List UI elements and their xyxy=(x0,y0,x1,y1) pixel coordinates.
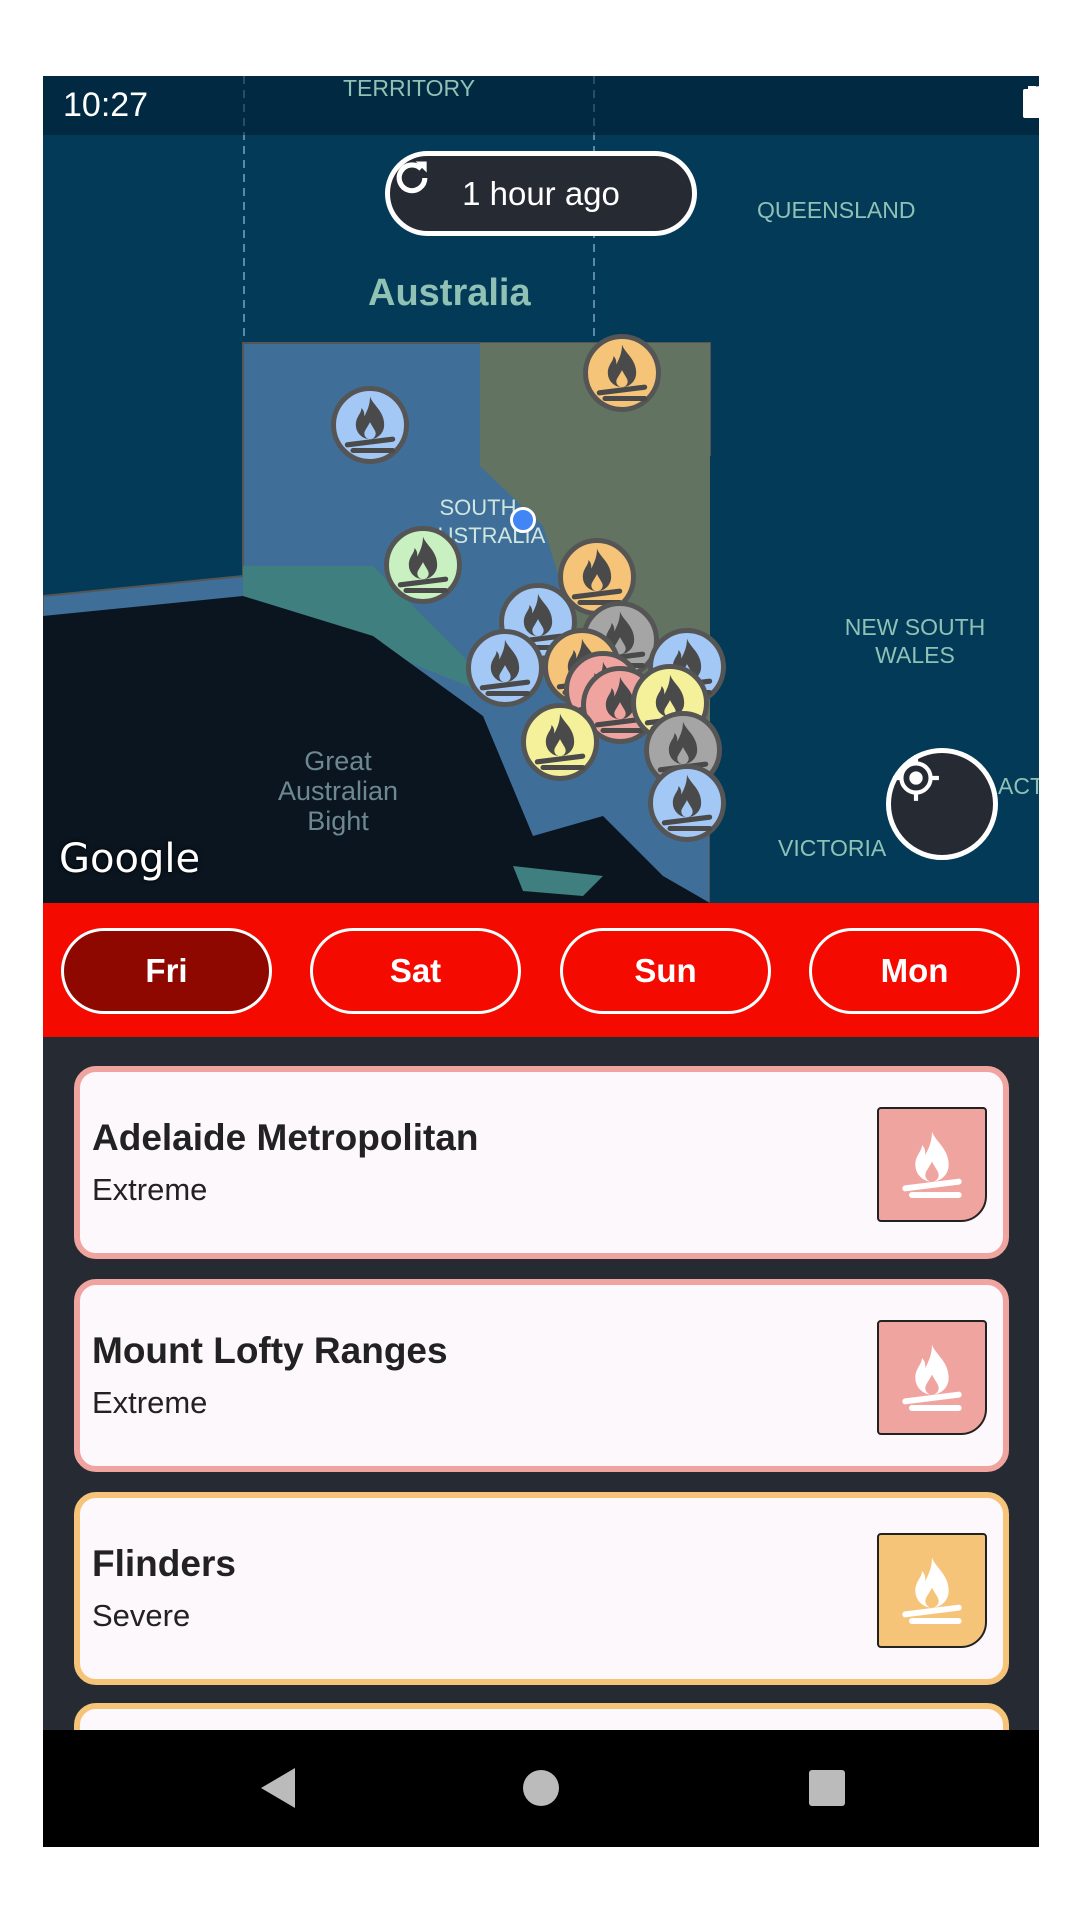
crosshair-icon xyxy=(893,755,939,801)
status-bar: 10:27 xyxy=(43,76,1039,135)
map-label-victoria: VICTORIA xyxy=(778,835,887,861)
map-label-nsw: NEW SOUTH WALES xyxy=(844,614,986,668)
campfire-icon xyxy=(877,1533,987,1648)
fire-marker-moderate[interactable] xyxy=(384,526,462,604)
district-name: Flinders xyxy=(92,1543,236,1584)
district-card[interactable]: Adelaide Metropolitan Extreme xyxy=(74,1066,1009,1259)
campfire-icon xyxy=(877,1107,987,1222)
map-label-act: ACT xyxy=(998,773,1039,799)
navigation-bar xyxy=(43,1730,1039,1847)
campfire-icon xyxy=(877,1320,987,1435)
my-location-button[interactable] xyxy=(886,748,998,860)
phone-screen: 10:27 TERRITORY QUEENSLAND Australia SOU… xyxy=(43,76,1039,1847)
refresh-icon xyxy=(396,161,428,194)
map-label-bight: Great Australian Bight xyxy=(277,746,399,836)
map-view[interactable]: 10:27 TERRITORY QUEENSLAND Australia SOU… xyxy=(43,76,1039,903)
fire-marker-low[interactable] xyxy=(648,764,726,842)
day-selector: Fri Sat Sun Mon xyxy=(43,903,1039,1037)
district-name: Mount Lofty Ranges xyxy=(92,1330,448,1371)
map-label-queensland: QUEENSLAND xyxy=(757,197,916,223)
day-tab-fri[interactable]: Fri xyxy=(61,928,272,1014)
fire-marker-high[interactable] xyxy=(521,703,599,781)
battery-icon xyxy=(1023,86,1039,118)
fire-marker-severe[interactable] xyxy=(583,334,661,412)
google-logo: Google xyxy=(59,836,201,882)
recents-button[interactable] xyxy=(809,1770,845,1806)
fire-marker-low[interactable] xyxy=(466,629,544,707)
day-tab-sat[interactable]: Sat xyxy=(310,928,521,1014)
day-tab-mon[interactable]: Mon xyxy=(809,928,1020,1014)
district-card[interactable]: Flinders Severe xyxy=(74,1492,1009,1685)
user-location-dot xyxy=(510,507,536,533)
map-label-territory: TERRITORY xyxy=(343,76,476,101)
district-card[interactable]: Mount Lofty Ranges Extreme xyxy=(74,1279,1009,1472)
fire-marker-low[interactable] xyxy=(331,386,409,464)
district-rating: Extreme xyxy=(92,1385,208,1420)
home-button[interactable] xyxy=(523,1770,559,1806)
status-time: 10:27 xyxy=(63,86,149,124)
last-updated-label: 1 hour ago xyxy=(462,174,620,212)
district-rating: Extreme xyxy=(92,1172,208,1207)
district-rating: Severe xyxy=(92,1598,191,1633)
refresh-button[interactable]: 1 hour ago xyxy=(385,151,697,236)
map-label-australia: Australia xyxy=(368,272,531,314)
back-button[interactable] xyxy=(261,1768,295,1808)
day-tab-sun[interactable]: Sun xyxy=(560,928,771,1014)
district-name: Adelaide Metropolitan xyxy=(92,1117,479,1158)
